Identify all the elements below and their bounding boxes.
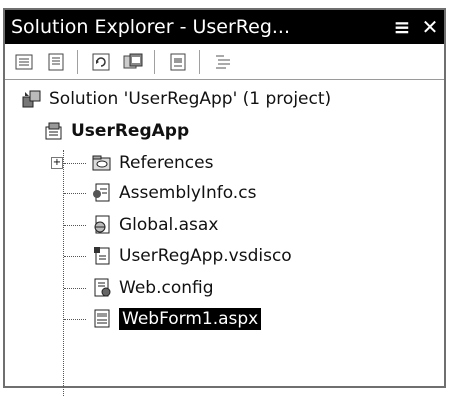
tree-item-webform1[interactable]: WebForm1.aspx: [91, 306, 262, 332]
window-title: Solution Explorer - UserReg...: [11, 16, 291, 38]
tree-connector: [64, 163, 86, 164]
tree-connector: [64, 319, 86, 320]
refresh-icon[interactable]: [90, 51, 112, 73]
close-icon[interactable]: ✕: [416, 15, 444, 39]
tree-item-label: Global.asax: [119, 215, 219, 235]
cs-file-icon: [93, 183, 110, 202]
toolbar: [5, 44, 444, 80]
tree-item-label: Web.config: [119, 278, 214, 298]
tree-connector: [63, 150, 64, 396]
tree-item-vsdisco[interactable]: UserRegApp.vsdisco: [91, 243, 292, 269]
tree-item-label: AssemblyInfo.cs: [119, 183, 257, 203]
tree-item-references[interactable]: References: [91, 150, 213, 176]
view-code-icon[interactable]: [122, 51, 144, 73]
title-bar[interactable]: Solution Explorer - UserReg... ≡ ✕: [5, 10, 444, 44]
references-icon: [92, 155, 111, 171]
tree-connector: [64, 256, 86, 257]
tree-item-label: UserRegApp.vsdisco: [119, 246, 292, 266]
tree-connector: [64, 193, 86, 194]
tree-item-assemblyinfo[interactable]: AssemblyInfo.cs: [91, 180, 256, 206]
solution-tree: Solution 'UserRegApp' (1 project) UserRe…: [5, 80, 444, 396]
solution-icon: [22, 90, 41, 108]
toolbar-separator: [199, 49, 202, 74]
project-icon: [45, 122, 62, 140]
global-asax-icon: [94, 215, 110, 234]
solution-explorer-window: Solution Explorer - UserReg... ≡ ✕ Solut…: [3, 8, 446, 396]
tree-item-global-asax[interactable]: Global.asax: [91, 212, 218, 238]
config-file-icon: [94, 278, 111, 297]
tree-item-solution[interactable]: Solution 'UserRegApp' (1 project): [21, 86, 331, 112]
tree-item-label: Solution 'UserRegApp' (1 project): [49, 89, 332, 109]
tree-connector: [64, 225, 86, 226]
toolbar-separator: [77, 49, 80, 74]
view-designer-icon[interactable]: [167, 51, 189, 73]
properties-icon[interactable]: [13, 51, 35, 73]
aspx-file-icon: [94, 309, 110, 328]
expand-references-icon[interactable]: +: [51, 157, 63, 169]
vsdisco-file-icon: [94, 247, 110, 265]
tree-item-label: References: [119, 153, 214, 173]
tree-item-project[interactable]: UserRegApp: [43, 118, 189, 144]
show-all-files-icon[interactable]: [45, 51, 67, 73]
tree-item-label: WebForm1.aspx: [119, 308, 262, 330]
tree-connector: [64, 288, 86, 289]
tree-item-label: UserRegApp: [71, 121, 190, 141]
pin-icon[interactable]: ≡: [388, 15, 416, 39]
tree-item-web-config[interactable]: Web.config: [91, 275, 214, 301]
nest-related-files-icon[interactable]: [212, 51, 234, 73]
toolbar-separator: [154, 49, 157, 74]
